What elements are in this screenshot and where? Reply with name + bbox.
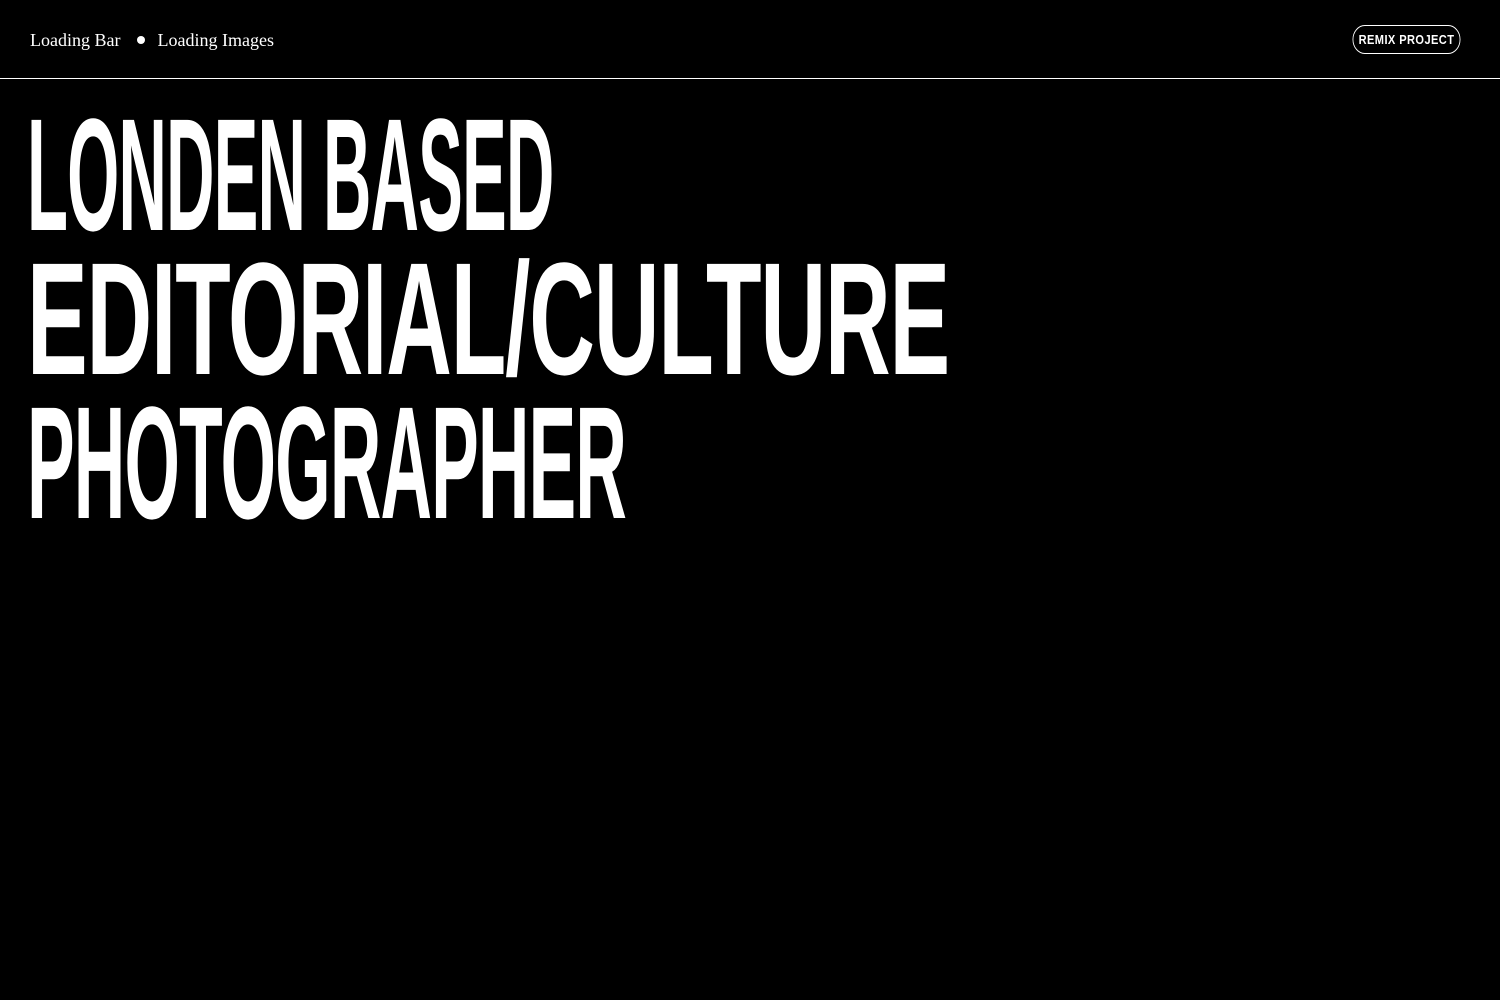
top-bar: Loading Bar Loading Images REMIX PROJECT: [0, 0, 1500, 79]
nav-link-loading-images[interactable]: Loading Images: [157, 29, 273, 51]
top-nav: Loading Bar Loading Images: [30, 29, 274, 51]
hero-line-3: PHOTOGRAPHER: [27, 373, 627, 552]
hero-line-2: EDITORIAL/CULTURE: [27, 229, 950, 408]
page: Loading Bar Loading Images REMIX PROJECT…: [0, 0, 1500, 1000]
hero-headline: LONDEN BASED EDITORIAL/CULTURE PHOTOGRAP…: [27, 85, 1500, 552]
hero-line-1: LONDEN BASED: [27, 85, 554, 264]
remix-project-button[interactable]: REMIX PROJECT: [1352, 25, 1461, 54]
bullet-dot-icon: [137, 36, 146, 44]
nav-link-loading-bar[interactable]: Loading Bar: [30, 29, 120, 51]
